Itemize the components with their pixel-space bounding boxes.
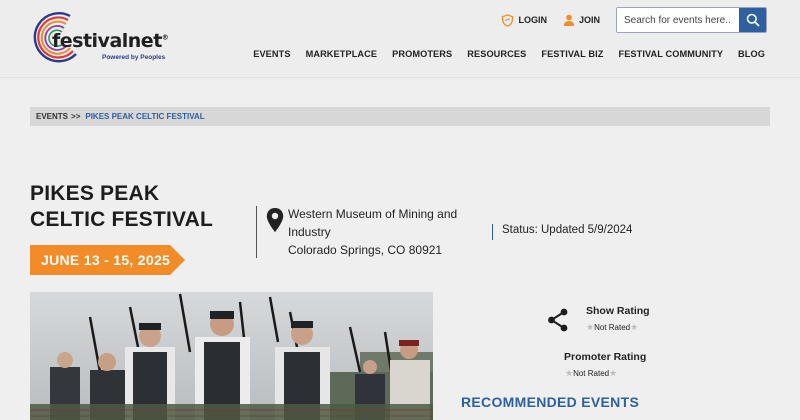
header-actions: LOGIN JOIN [501,7,767,33]
join-link[interactable]: JOIN [563,14,600,26]
site-header: festivalnet® Powered by Peoples LOGIN JO… [0,0,800,78]
search-button[interactable] [739,8,766,32]
star-icon: ★ [586,322,595,332]
status-divider [492,224,493,240]
search-box [616,7,767,33]
login-link[interactable]: LOGIN [501,13,547,27]
nav-events[interactable]: EVENTS [253,49,290,59]
login-shield-icon [502,13,514,27]
promoter-rating-title: Promoter Rating [564,351,647,363]
nav-promoters[interactable]: PROMOTERS [392,49,452,59]
event-status: Status: Updated 5/9/2024 [502,224,633,236]
user-icon [563,14,575,26]
nav-resources[interactable]: RESOURCES [467,49,526,59]
logo-tagline: Powered by Peoples [102,54,166,61]
event-title: PIKES PEAK CELTIC FESTIVAL [30,182,214,231]
breadcrumb-events-link[interactable]: EVENTS [36,112,68,121]
star-icon: ★ [565,368,574,378]
star-icon: ★ [630,322,639,332]
breadcrumb-separator: >> [71,112,81,121]
event-date-badge: JUNE 13 - 15, 2025 [30,245,185,275]
bagpipers-image [30,292,433,420]
nav-marketplace[interactable]: MARKETPLACE [306,49,378,59]
star-icon: ★ [609,368,618,378]
breadcrumb-current[interactable]: PIKES PEAK CELTIC FESTIVAL [85,112,204,121]
map-pin-icon [266,208,284,232]
venue-divider [256,206,257,258]
search-input[interactable] [617,8,739,32]
logo-wordmark: festivalnet® [52,30,169,52]
event-venue[interactable]: Western Museum of Mining and Industry Co… [288,205,488,259]
show-rating-value: ★ Not Rated ★ [586,322,639,332]
share-icon[interactable] [547,308,569,332]
recommended-events-heading: RECOMMENDED EVENTS [461,394,640,410]
nav-festival-community[interactable]: FESTIVAL COMMUNITY [618,49,723,59]
show-rating-title: Show Rating [586,305,650,317]
main-nav: EVENTS MARKETPLACE PROMOTERS RESOURCES F… [238,49,765,59]
event-photo [30,292,433,420]
nav-blog[interactable]: BLOG [738,49,765,59]
nav-festival-biz[interactable]: FESTIVAL BIZ [541,49,603,59]
event-dates: JUNE 13 - 15, 2025 [41,252,171,268]
search-icon [746,13,760,27]
breadcrumb: EVENTS >> PIKES PEAK CELTIC FESTIVAL [30,107,770,126]
festivalnet-logo[interactable]: festivalnet® Powered by Peoples [30,10,190,66]
promoter-rating-value: ★ Not Rated ★ [565,368,618,378]
